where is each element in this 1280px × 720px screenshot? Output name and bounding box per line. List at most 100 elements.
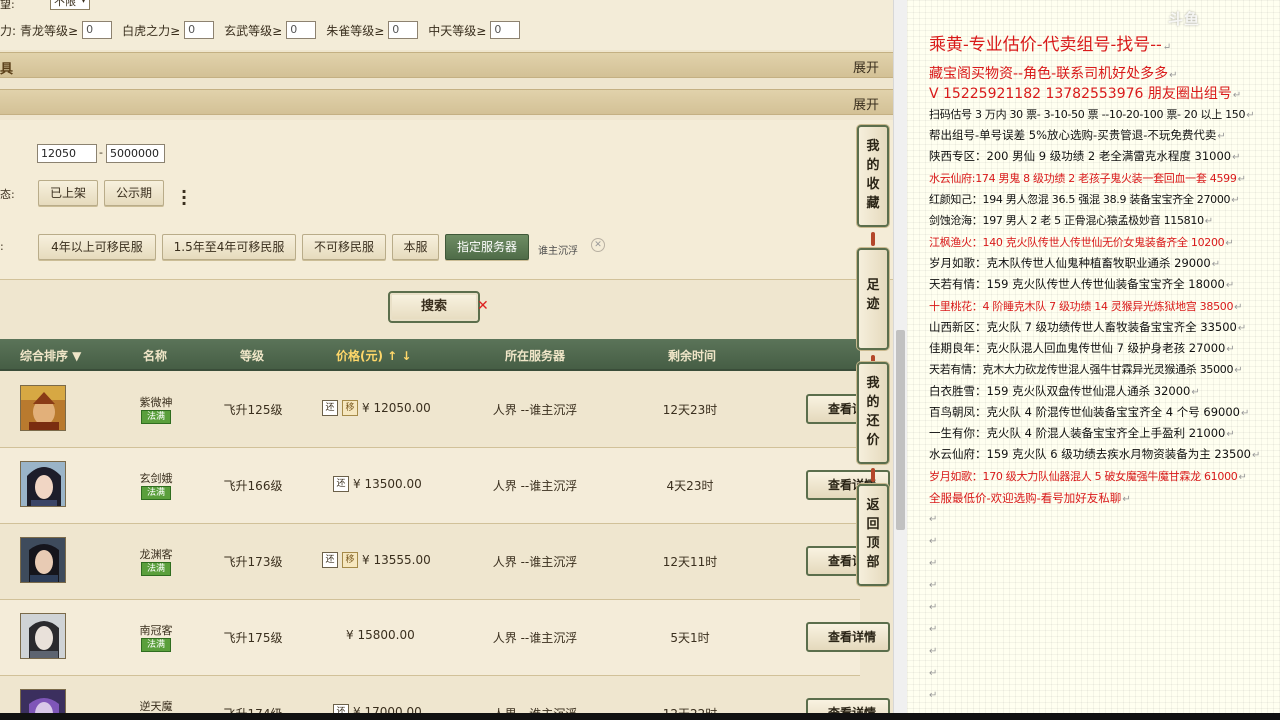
server-name: 人界 --谁主沉浮 bbox=[492, 631, 578, 645]
name-header: 名称 bbox=[143, 349, 168, 363]
avatar[interactable] bbox=[20, 537, 66, 583]
level-prefix: 力: bbox=[0, 23, 17, 38]
paragraph-mark-icon: ↵ bbox=[929, 668, 938, 679]
server-filter-4yr-button[interactable]: 4年以上可移民服 bbox=[38, 234, 156, 260]
notepad-line: 岁月如歌：克木队传世人仙鬼种植畜牧职业通杀 29000↵ bbox=[929, 255, 1220, 271]
paragraph-mark-icon: ↵ bbox=[929, 580, 938, 591]
status-label: 态: bbox=[0, 188, 15, 201]
more-options-icon[interactable]: · · · bbox=[181, 184, 187, 212]
paragraph-mark-icon: ↵ bbox=[1226, 344, 1235, 355]
price-min-input[interactable]: 12050 bbox=[37, 144, 97, 163]
notepad-line: 白衣胜雪：159 克火队双盘传世仙混人通杀 32000↵ bbox=[929, 383, 1200, 399]
character-name[interactable]: 玄剑娥 bbox=[118, 470, 194, 486]
class-badge: 法满 bbox=[141, 638, 171, 652]
level-input-baihu[interactable]: 0 bbox=[184, 21, 215, 39]
notepad-line-text: 江枫渔火：140 克火队传世人传世仙无价女鬼装备齐全 10200 bbox=[929, 236, 1225, 249]
screen: 望: 不限 力: 青龙等级≥ 0 白虎之力≥ 0 玄武等级≥ 0 朱雀等级≥ 0… bbox=[0, 0, 1280, 720]
back-to-top-tab-label: 返回顶部 bbox=[866, 498, 880, 570]
notepad-line: 帮出组号-单号误差 5%放心选购-买贵管退-不玩免费代卖↵ bbox=[929, 127, 1226, 143]
paragraph-mark-icon: ↵ bbox=[1162, 42, 1172, 53]
notepad-line-text: 白衣胜雪：159 克火队双盘传世仙混人通杀 32000 bbox=[929, 384, 1191, 398]
favorites-tab-label: 我的收藏 bbox=[866, 139, 880, 211]
time-remaining: 4天23时 bbox=[666, 479, 714, 493]
back-to-top-tab[interactable]: 返回顶部 bbox=[857, 484, 889, 586]
server-label: : bbox=[0, 240, 4, 253]
paragraph-mark-icon: ↵ bbox=[1225, 238, 1234, 249]
character-level: 飞升173级 bbox=[223, 555, 283, 569]
paragraph-mark-icon: ↵ bbox=[1217, 131, 1226, 142]
character-name[interactable]: 南冠客 bbox=[118, 622, 194, 638]
server-name: 人界 --谁主沉浮 bbox=[492, 403, 578, 417]
level-label-baihu: 白虎之力≥ bbox=[122, 23, 181, 38]
section-title: 具 bbox=[0, 62, 14, 77]
level-input-zhuque[interactable]: 0 bbox=[388, 21, 419, 39]
notepad-line-text: 佳期良年：克火队混人回血鬼传世仙 7 级护身老孩 27000 bbox=[929, 341, 1226, 355]
character-name[interactable]: 逆天魔 bbox=[118, 698, 194, 714]
bargain-badge: 还 bbox=[333, 476, 349, 492]
selected-server-tag: 谁主沉浮 bbox=[538, 246, 578, 257]
level-header: 等级 bbox=[240, 349, 265, 363]
notepad-line-text: 水云仙府：159 克火队 6 级功绩去疾水月物资装备为主 23500 bbox=[929, 447, 1251, 461]
class-badge: 法满 bbox=[141, 410, 171, 424]
favorites-tab[interactable]: 我的收藏 bbox=[857, 125, 889, 227]
notepad-line: 山西新区：克火队 7 级功绩传世人畜牧装备宝宝齐全 33500↵ bbox=[929, 319, 1246, 335]
paragraph-mark-icon: ↵ bbox=[1225, 280, 1235, 291]
avatar[interactable] bbox=[20, 613, 66, 659]
character-name[interactable]: 龙渊客 bbox=[118, 546, 194, 562]
price-cell: 还 ¥ 13500.00 bbox=[333, 476, 422, 492]
character-level: 飞升166级 bbox=[223, 479, 283, 493]
level-input-zhongtian[interactable]: 0 bbox=[490, 21, 521, 39]
paragraph-mark-icon: ↵ bbox=[929, 690, 938, 701]
price-separator: - bbox=[99, 146, 103, 159]
paragraph-mark-icon: ↵ bbox=[1211, 259, 1221, 270]
level-label-zhuque: 朱雀等级≥ bbox=[326, 23, 385, 38]
notepad-line: 扫码估号 3 万内 30 票- 3-10-50 票 --10-20-100 票-… bbox=[929, 106, 1255, 122]
paragraph-mark-icon: ↵ bbox=[1241, 408, 1250, 419]
top-select[interactable]: 不限 bbox=[50, 0, 90, 10]
search-button[interactable]: 搜索 bbox=[388, 291, 480, 323]
scrollbar-thumb[interactable] bbox=[896, 330, 905, 530]
level-input-qinglong[interactable]: 0 bbox=[82, 21, 113, 39]
price-sort-header[interactable]: 价格(元) ↑ ↓ bbox=[336, 347, 411, 364]
status-public-button[interactable]: 公示期 bbox=[104, 180, 164, 206]
paragraph-mark-icon: ↵ bbox=[1232, 152, 1241, 163]
vertical-scrollbar[interactable] bbox=[893, 0, 907, 720]
sort-overall-header[interactable]: 综合排序 ▼ bbox=[20, 347, 81, 364]
my-bargain-tab[interactable]: 我的还价 bbox=[857, 362, 889, 464]
avatar[interactable] bbox=[20, 461, 66, 507]
paragraph-mark-icon: ↵ bbox=[1234, 365, 1243, 376]
level-input-xuanwu[interactable]: 0 bbox=[286, 21, 317, 39]
notepad-document[interactable]: 乘黄-专业估价-代卖组号-找号--↵ 藏宝阁买物资--角色-联系司机好处多多↵ V … bbox=[907, 0, 1280, 713]
class-badge: 法满 bbox=[141, 562, 171, 576]
view-details-button[interactable]: 查看详情 bbox=[806, 622, 890, 652]
character-level: 飞升125级 bbox=[223, 403, 283, 417]
notepad-line: 天若有情：159 克火队传世人传世仙装备宝宝齐全 18000↵ bbox=[929, 276, 1234, 292]
notepad-line: 江枫渔火：140 克火队传世人传世仙无价女鬼装备齐全 10200↵ bbox=[929, 234, 1234, 250]
server-filter-no-migrate-button[interactable]: 不可移民服 bbox=[302, 234, 386, 260]
expand-toggle[interactable]: 展开 bbox=[853, 57, 879, 76]
level-label-zhongtian: 中天等级≥ bbox=[428, 23, 487, 38]
server-filter-this-server-button[interactable]: 本服 bbox=[392, 234, 439, 260]
footprint-tab-label: 足迹 bbox=[866, 278, 880, 312]
footprint-tab[interactable]: 足迹 bbox=[857, 248, 889, 350]
server-filter-specified-button[interactable]: 指定服务器 bbox=[445, 234, 529, 260]
price-cell: ¥ 15800.00 bbox=[346, 628, 415, 642]
paragraph-mark-icon: ↵ bbox=[1238, 472, 1247, 483]
price-max-input[interactable]: 5000000 bbox=[106, 144, 165, 163]
price-value: ¥ 12050.00 bbox=[362, 401, 431, 415]
status-listed-button[interactable]: 已上架 bbox=[38, 180, 98, 206]
paragraph-mark-icon: ↵ bbox=[1237, 323, 1247, 334]
character-name[interactable]: 紫微神 bbox=[118, 394, 194, 410]
expand-toggle[interactable]: 展开 bbox=[853, 94, 879, 113]
paragraph-mark-icon: ↵ bbox=[929, 536, 938, 547]
notepad-line-text: 水云仙府:174 男鬼 8 级功绩 2 老孩子鬼火装一套回血一套 4599 bbox=[929, 172, 1237, 185]
paragraph-mark-icon: ↵ bbox=[1191, 387, 1200, 398]
paragraph-mark-icon: ↵ bbox=[1246, 110, 1255, 121]
avatar[interactable] bbox=[20, 385, 66, 431]
server-filter-1-5yr-button[interactable]: 1.5年至4年可移民服 bbox=[162, 234, 296, 260]
notepad-line-text: 一生有你：克火队 4 阶混人装备宝宝齐全上手盈利 21000 bbox=[929, 426, 1226, 440]
paragraph-mark-icon: ↵ bbox=[1251, 450, 1261, 461]
level-filters: 力: 青龙等级≥ 0 白虎之力≥ 0 玄武等级≥ 0 朱雀等级≥ 0 中天等级≥… bbox=[0, 20, 530, 40]
notepad-line: 百鸟朝凤：克火队 4 阶混传世仙装备宝宝齐全 4 个号 69000↵ bbox=[929, 404, 1249, 420]
close-icon[interactable]: ✕ bbox=[591, 238, 605, 252]
